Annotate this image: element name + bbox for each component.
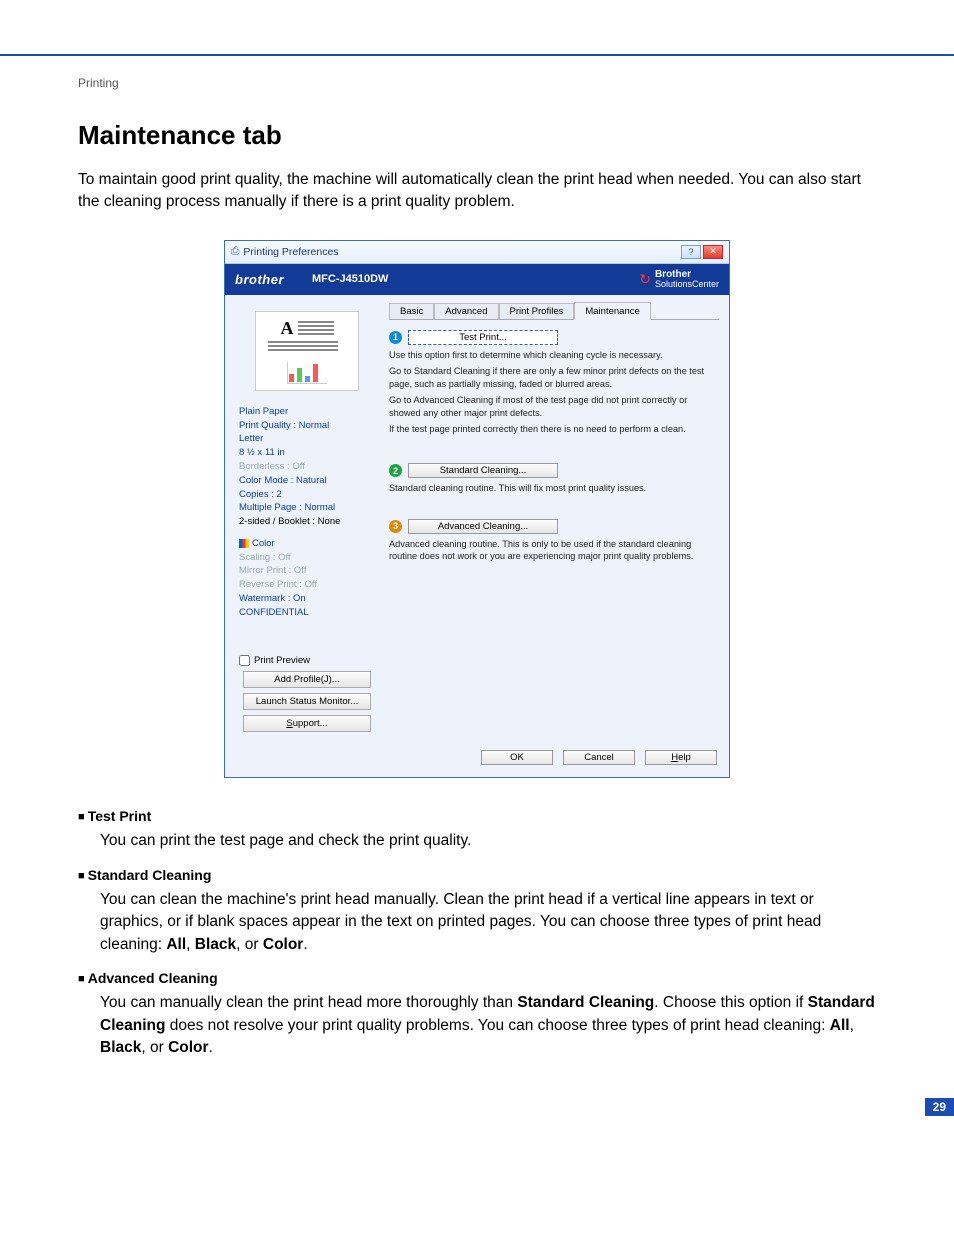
- setting-media: Plain Paper: [239, 405, 375, 419]
- test-print-desc-4: If the test page printed correctly then …: [389, 423, 719, 435]
- ok-button[interactable]: OK: [481, 750, 553, 765]
- support-button-label: upport...: [293, 718, 328, 729]
- cancel-button[interactable]: Cancel: [563, 750, 635, 765]
- adv-opt-color: Color: [168, 1039, 208, 1056]
- standard-cleaning-desc: Standard cleaning routine. This will fix…: [389, 482, 719, 494]
- adv-body-pre: You can manually clean the print head mo…: [100, 994, 517, 1011]
- tab-print-profiles[interactable]: Print Profiles: [499, 303, 575, 319]
- test-print-desc-2: Go to Standard Cleaning if there are onl…: [389, 365, 719, 390]
- print-preview-checkbox[interactable]: [239, 655, 250, 666]
- dialog-tabs: Basic Advanced Print Profiles Maintenanc…: [389, 301, 719, 320]
- setting-mirror: Mirror Print : Off: [239, 564, 375, 578]
- setting-multipage: Multiple Page : Normal: [239, 501, 375, 515]
- tab-maintenance[interactable]: Maintenance: [574, 302, 650, 320]
- color-bars-icon: [239, 539, 249, 548]
- setting-reverse: Reverse Print : Off: [239, 578, 375, 592]
- setting-copies: Copies : 2: [239, 488, 375, 502]
- setting-borderless: Borderless : Off: [239, 460, 375, 474]
- setting-2sided: 2-sided / Booklet : None: [239, 515, 375, 529]
- callout-1-badge: 1: [389, 331, 402, 344]
- launch-status-monitor-button[interactable]: Launch Status Monitor...: [243, 693, 371, 710]
- intro-paragraph: To maintain good print quality, the mach…: [78, 169, 876, 214]
- document-top-bar: [0, 0, 954, 56]
- advanced-cleaning-desc: Advanced cleaning routine. This is only …: [389, 538, 719, 563]
- bullet-standard-cleaning-body: You can clean the machine's print head m…: [100, 889, 876, 956]
- dialog-titlebar: ⎙ Printing Preferences ? ✕: [225, 241, 729, 264]
- dialog-footer: OK Cancel Help: [225, 742, 729, 777]
- bullet-advanced-cleaning-heading: Advanced Cleaning: [78, 970, 876, 986]
- std-opt-black: Black: [195, 936, 236, 953]
- tab-advanced[interactable]: Advanced: [434, 303, 498, 319]
- adv-opt-all: All: [830, 1017, 850, 1034]
- page-number: 29: [925, 1098, 954, 1116]
- tab-basic[interactable]: Basic: [389, 303, 434, 319]
- setting-watermark: Watermark : On CONFIDENTIAL: [239, 592, 375, 620]
- bullet-test-print-heading: Test Print: [78, 808, 876, 824]
- page-preview-thumbnail: A: [255, 311, 359, 391]
- dialog-title: Printing Preferences: [243, 246, 338, 258]
- std-opt-color: Color: [263, 936, 303, 953]
- setting-scaling: Scaling : Off: [239, 551, 375, 565]
- close-window-button[interactable]: ✕: [703, 245, 723, 259]
- brother-logo: brother: [235, 272, 284, 287]
- test-print-button[interactable]: Test Print...: [408, 330, 558, 345]
- adv-strong-1: Standard Cleaning: [517, 994, 654, 1011]
- callout-3-badge: 3: [389, 520, 402, 533]
- solutions-center-line2: SolutionsCenter: [655, 279, 719, 289]
- advanced-cleaning-button[interactable]: Advanced Cleaning...: [408, 519, 558, 534]
- adv-opt-black: Black: [100, 1039, 141, 1056]
- solutions-center-icon: ↻: [639, 272, 651, 286]
- test-print-desc-1: Use this option first to determine which…: [389, 349, 719, 361]
- printer-model: MFC-J4510DW: [312, 273, 388, 285]
- add-profile-button[interactable]: Add Profile(J)...: [243, 671, 371, 688]
- bullet-test-print-body: You can print the test page and check th…: [100, 830, 876, 852]
- setting-quality: Print Quality : Normal: [239, 419, 375, 433]
- breadcrumb: Printing: [78, 76, 876, 90]
- printing-preferences-dialog: ⎙ Printing Preferences ? ✕ brother MFC-J…: [224, 240, 730, 778]
- standard-cleaning-button[interactable]: Standard Cleaning...: [408, 463, 558, 478]
- print-preview-label: Print Preview: [254, 655, 310, 666]
- std-opt-all: All: [166, 936, 186, 953]
- setting-color-mode: Color Mode : Natural: [239, 474, 375, 488]
- setting-size-name: Letter: [239, 432, 375, 446]
- brand-bar: brother MFC-J4510DW ↻ BrotherSolutionsCe…: [225, 264, 729, 295]
- help-button[interactable]: Help: [645, 750, 717, 765]
- printer-icon: ⎙: [231, 245, 239, 258]
- solutions-center-link[interactable]: ↻ BrotherSolutionsCenter: [639, 270, 719, 289]
- setting-color: Color: [239, 537, 375, 551]
- support-button[interactable]: Support...: [243, 715, 371, 732]
- help-window-button[interactable]: ?: [681, 245, 701, 259]
- page-title: Maintenance tab: [78, 120, 876, 151]
- bullet-advanced-cleaning-body: You can manually clean the print head mo…: [100, 992, 876, 1059]
- callout-2-badge: 2: [389, 464, 402, 477]
- test-print-desc-3: Go to Advanced Cleaning if most of the t…: [389, 394, 719, 419]
- dialog-left-panel: A Plain Paper Print Quality : Normal Let…: [225, 295, 385, 742]
- print-preview-checkbox-row[interactable]: Print Preview: [239, 655, 375, 666]
- bullet-standard-cleaning-heading: Standard Cleaning: [78, 867, 876, 883]
- setting-size-dim: 8 ½ x 11 in: [239, 446, 375, 460]
